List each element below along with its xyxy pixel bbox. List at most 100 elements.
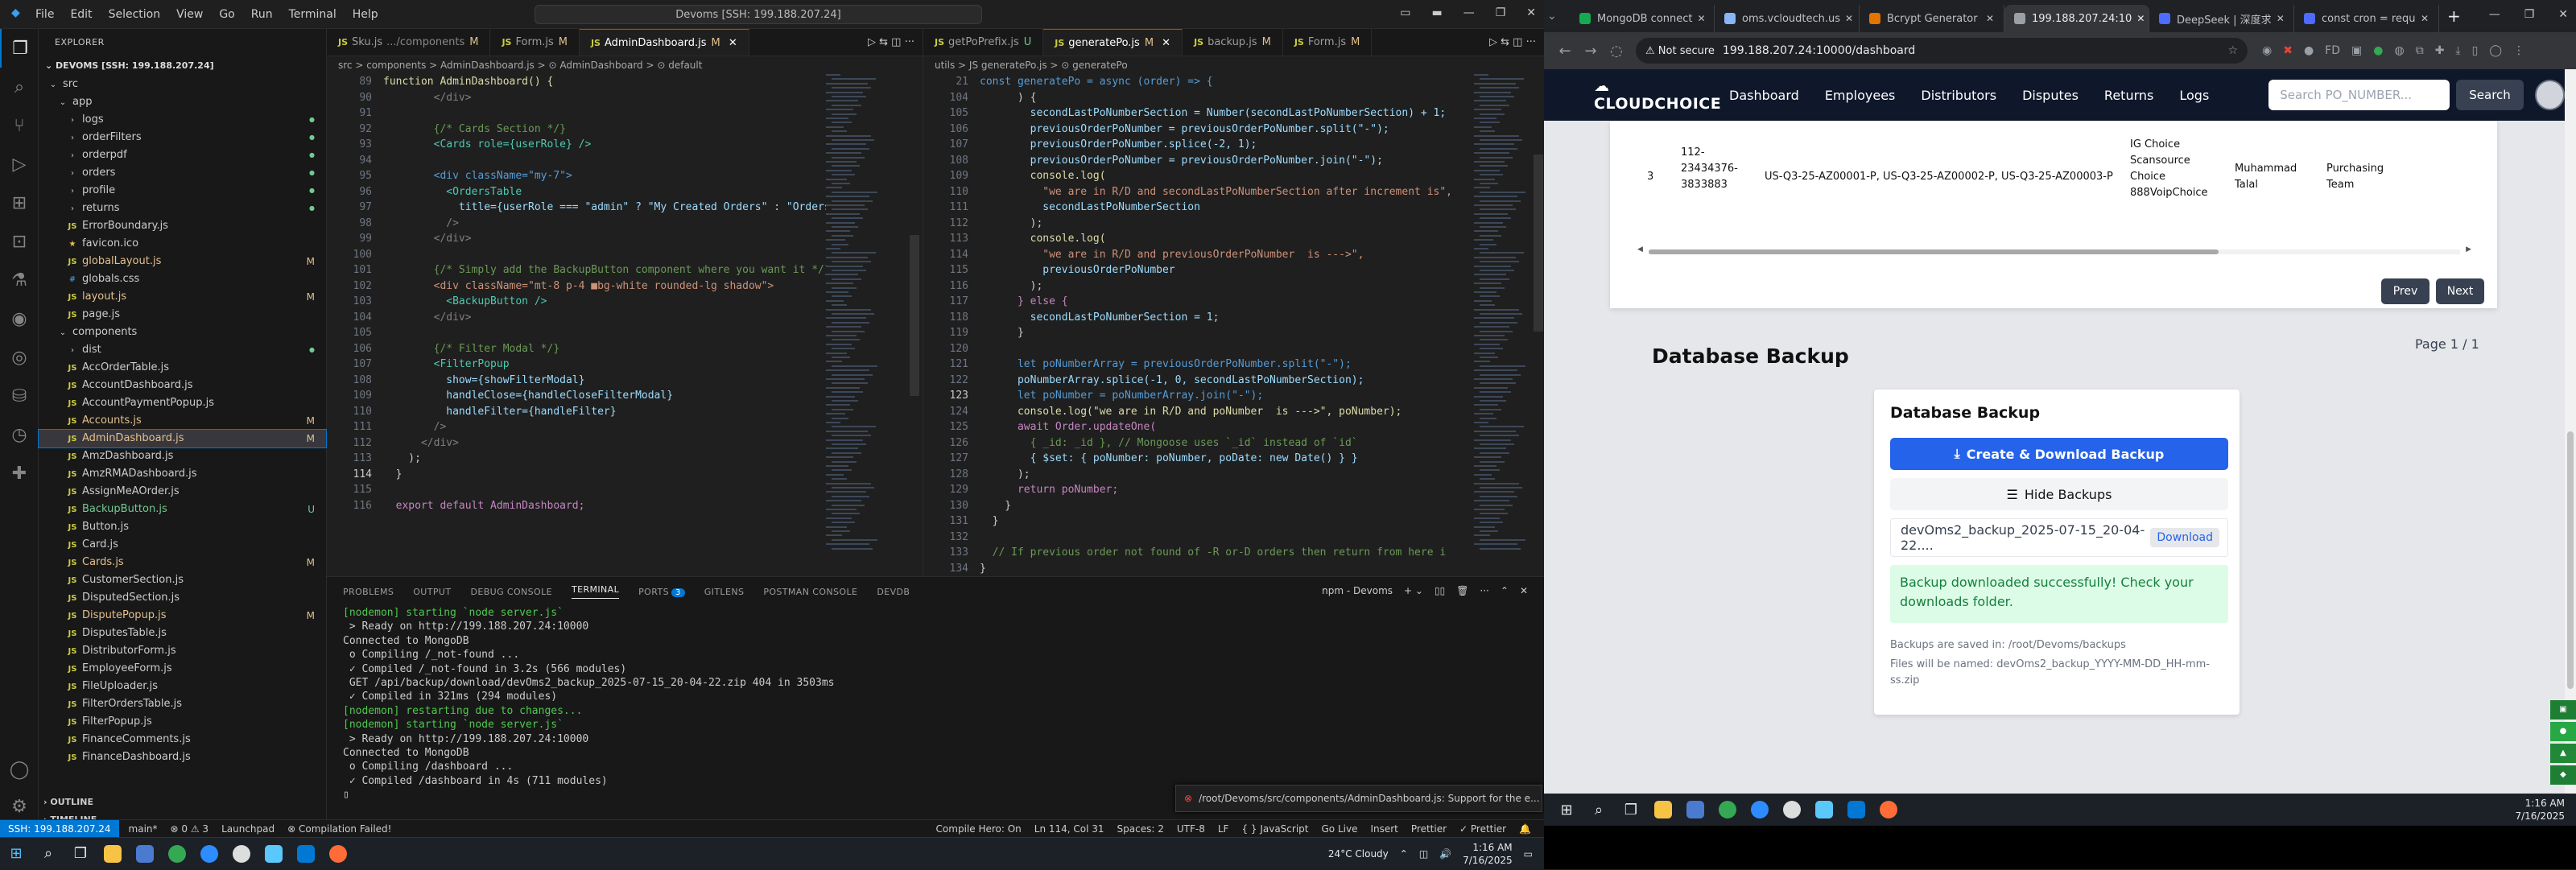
task-view-icon-2[interactable]: ❐ [1615, 794, 1647, 826]
chrome-menu-icon[interactable]: ⋮ [2513, 44, 2524, 57]
clock-2[interactable]: 1:16 AM 7/16/2025 [2515, 797, 2565, 823]
extension-1-icon[interactable]: ◉ [2262, 44, 2272, 57]
line-ending[interactable]: LF [1218, 823, 1229, 835]
editor-tab[interactable]: JS Sku.js .../components M [327, 29, 491, 56]
browser-tab[interactable]: 199.188.207.24:10 ✕ [2004, 5, 2149, 32]
store-icon-2[interactable] [1679, 794, 1711, 826]
tree-item[interactable]: JS page.js [39, 306, 326, 324]
browser-tab[interactable]: oms.vcloudtech.us ✕ [1715, 5, 1860, 32]
table-hscrollbar[interactable]: ◀ ▶ [1637, 245, 2471, 256]
go-live[interactable]: Go Live [1322, 823, 1358, 835]
chrome-taskbar-icon[interactable] [161, 838, 193, 870]
remote-explorer-icon[interactable]: ⊡ [0, 222, 39, 261]
panel-tab-problems[interactable]: PROBLEMS [343, 587, 394, 597]
tree-item[interactable]: › dist ● [39, 341, 326, 359]
tree-item[interactable]: JS AmzDashboard.js [39, 447, 326, 465]
loading-icon[interactable]: ◌ [1604, 43, 1629, 60]
close-icon[interactable]: ✕ [1526, 6, 1536, 19]
tree-item[interactable]: JS globalLayout.js M [39, 253, 326, 270]
vscode-taskbar-icon-2[interactable] [1840, 794, 1872, 826]
zoom-icon[interactable] [193, 838, 225, 870]
browser-tab[interactable]: const cron = requ ✕ [2294, 5, 2439, 32]
tree-item[interactable]: JS AccOrderTable.js [39, 359, 326, 377]
taskbar-search-icon[interactable]: ⌕ [32, 838, 64, 870]
account-icon[interactable]: ◯ [0, 750, 39, 789]
scrollbar-left[interactable] [910, 74, 919, 573]
notification-icon[interactable]: ▭ [1524, 848, 1533, 860]
side-tab-1[interactable]: ▣ [2550, 700, 2576, 720]
remote-indicator[interactable]: SSH: 199.188.207.24 [0, 819, 119, 838]
close-tab-icon[interactable]: ✕ [1693, 13, 1706, 24]
po-search-input[interactable]: Search PO_NUMBER... [2268, 80, 2450, 110]
editor-tab[interactable]: JS getPoPrefix.js U [923, 29, 1044, 56]
browser-tab[interactable]: Bcrypt Generator ✕ [1860, 5, 2004, 32]
side-tab-4[interactable]: ◆ [2550, 765, 2576, 785]
extension-4-icon[interactable]: FD [2325, 44, 2340, 57]
more-icon[interactable]: ··· [1480, 585, 1488, 596]
encoding[interactable]: UTF-8 [1177, 823, 1205, 835]
side-panel-icon[interactable]: ▯ [2472, 44, 2479, 57]
tree-item[interactable]: JS AssignMeAOrder.js [39, 483, 326, 501]
store-icon[interactable] [129, 838, 161, 870]
tree-item[interactable]: JS FilterPopup.js [39, 713, 326, 731]
tree-item[interactable]: › orderpdf ● [39, 146, 326, 164]
close-tab-icon[interactable]: ✕ [2416, 13, 2429, 24]
minimize-icon[interactable]: — [1463, 6, 1475, 19]
extension-2-icon[interactable]: ✖ [2283, 44, 2293, 57]
nav-disputes[interactable]: Disputes [2022, 88, 2079, 103]
compile-status[interactable]: ⊗ Compilation Failed! [287, 823, 391, 835]
extension-3-icon[interactable]: ● [2304, 44, 2314, 57]
bell-icon[interactable]: 🔔 [1519, 823, 1531, 835]
tree-item[interactable]: ⌄ app [39, 93, 326, 111]
extensions-icon[interactable]: ⊞ [0, 183, 39, 222]
new-terminal-icon[interactable]: + ⌄ [1404, 585, 1423, 596]
download-button[interactable]: Download [2150, 528, 2219, 547]
close-tab-icon[interactable]: ✕ [2132, 13, 2145, 24]
file-explorer-icon-2[interactable] [1647, 794, 1679, 826]
next-button[interactable]: Next [2436, 278, 2484, 304]
tree-item[interactable]: JS ErrorBoundary.js [39, 217, 326, 235]
menu-terminal[interactable]: Terminal [289, 8, 336, 21]
close-tab-icon[interactable]: ✕ [725, 37, 737, 49]
project-root[interactable]: ⌄ DEVOMS [SSH: 199.188.207.24] [39, 56, 326, 76]
database-icon[interactable]: ⛁ [0, 377, 39, 415]
nav-distributors[interactable]: Distributors [1921, 88, 1996, 103]
tree-item[interactable]: › orderFilters ● [39, 129, 326, 146]
layout-icon[interactable]: ▭ [1400, 6, 1410, 19]
bookmark-star-icon[interactable]: ☆ [2227, 44, 2238, 57]
volume-icon[interactable]: 🔊 [1439, 848, 1451, 860]
panel-tab-postman-console[interactable]: POSTMAN CONSOLE [763, 587, 857, 597]
menu-go[interactable]: Go [219, 8, 234, 21]
tree-item[interactable]: JS DisputesTable.js [39, 625, 326, 642]
tree-item[interactable]: › returns ● [39, 200, 326, 217]
puzzle-icon[interactable]: ✚ [0, 454, 39, 493]
editor-tab[interactable]: JS AdminDashboard.js M ✕ [579, 29, 749, 56]
start-icon[interactable]: ⊞ [0, 838, 32, 870]
nav-logs[interactable]: Logs [2179, 88, 2209, 103]
explorer-icon[interactable]: ❐ [0, 29, 39, 68]
brand-logo[interactable]: ☁ CLOUDCHOICE [1594, 77, 1729, 113]
menu-run[interactable]: Run [251, 8, 273, 21]
tree-item[interactable]: JS BackupButton.js U [39, 501, 326, 518]
tree-item[interactable]: JS Button.js [39, 518, 326, 536]
tree-item[interactable]: JS AccountDashboard.js [39, 377, 326, 394]
start-icon-2[interactable]: ⊞ [1550, 794, 1583, 826]
app-icon-4[interactable] [1808, 794, 1840, 826]
clock[interactable]: 1:16 AM 7/16/2025 [1463, 841, 1513, 867]
panel-tab-ports[interactable]: PORTS 3 [638, 587, 685, 597]
panel-tab-output[interactable]: OUTPUT [413, 587, 451, 597]
close-tab-icon[interactable]: ✕ [2272, 13, 2285, 24]
tree-item[interactable]: JS AdminDashboard.js M [38, 429, 327, 448]
split-terminal-icon[interactable]: ▯▯ [1435, 585, 1445, 596]
task-view-icon[interactable]: ❐ [64, 838, 97, 870]
tree-item[interactable]: › orders ● [39, 164, 326, 182]
panel-tab-gitlens[interactable]: GITLENS [704, 587, 745, 597]
close-tab-icon[interactable]: ✕ [1158, 37, 1170, 49]
side-tab-3[interactable]: ▲ [2550, 744, 2576, 763]
network-icon[interactable]: ◫ [1419, 848, 1428, 860]
side-tab-2[interactable]: ● [2550, 722, 2576, 741]
close-tab-icon[interactable]: ✕ [1981, 13, 1994, 24]
scroll-left-icon[interactable]: ◀ [1637, 245, 1643, 254]
launchpad[interactable]: Launchpad [221, 823, 275, 835]
scroll-right-icon[interactable]: ▶ [2466, 245, 2471, 254]
